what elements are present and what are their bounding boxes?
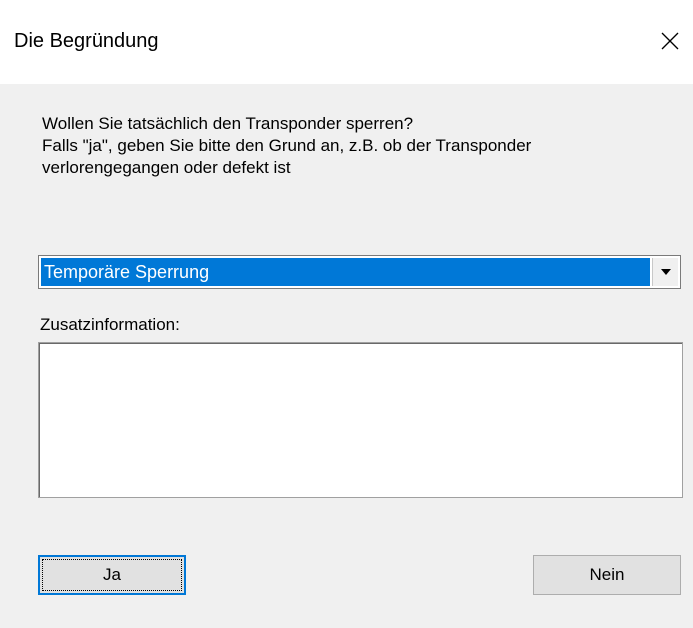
reason-dropdown[interactable]: Temporäre Sperrung bbox=[38, 255, 681, 289]
reason-dropdown-value: Temporäre Sperrung bbox=[41, 258, 650, 286]
message-line: Wollen Sie tatsächlich den Transponder s… bbox=[42, 114, 414, 133]
dialog-window: Die Begründung Wollen Sie tatsächlich de… bbox=[0, 0, 693, 628]
title-bar: Die Begründung bbox=[0, 0, 693, 84]
window-title: Die Begründung bbox=[14, 30, 159, 52]
additional-info-textarea[interactable] bbox=[38, 342, 683, 498]
no-button[interactable]: Nein bbox=[533, 555, 681, 595]
yes-button-label: Ja bbox=[103, 565, 121, 584]
close-button[interactable] bbox=[647, 18, 693, 64]
message-line: verlorengegangen oder defekt ist bbox=[42, 158, 291, 177]
dropdown-button[interactable] bbox=[652, 258, 678, 286]
yes-button-focus: Ja bbox=[42, 559, 182, 591]
additional-info-label: Zusatzinformation: bbox=[40, 315, 180, 334]
confirmation-message: Wollen Sie tatsächlich den Transponder s… bbox=[42, 113, 682, 179]
no-button-label: Nein bbox=[589, 565, 625, 584]
dropdown-arrow-icon bbox=[660, 269, 671, 275]
message-line: Falls "ja", geben Sie bitte den Grund an… bbox=[42, 136, 532, 155]
yes-button[interactable]: Ja bbox=[38, 555, 186, 595]
close-icon bbox=[661, 32, 679, 50]
